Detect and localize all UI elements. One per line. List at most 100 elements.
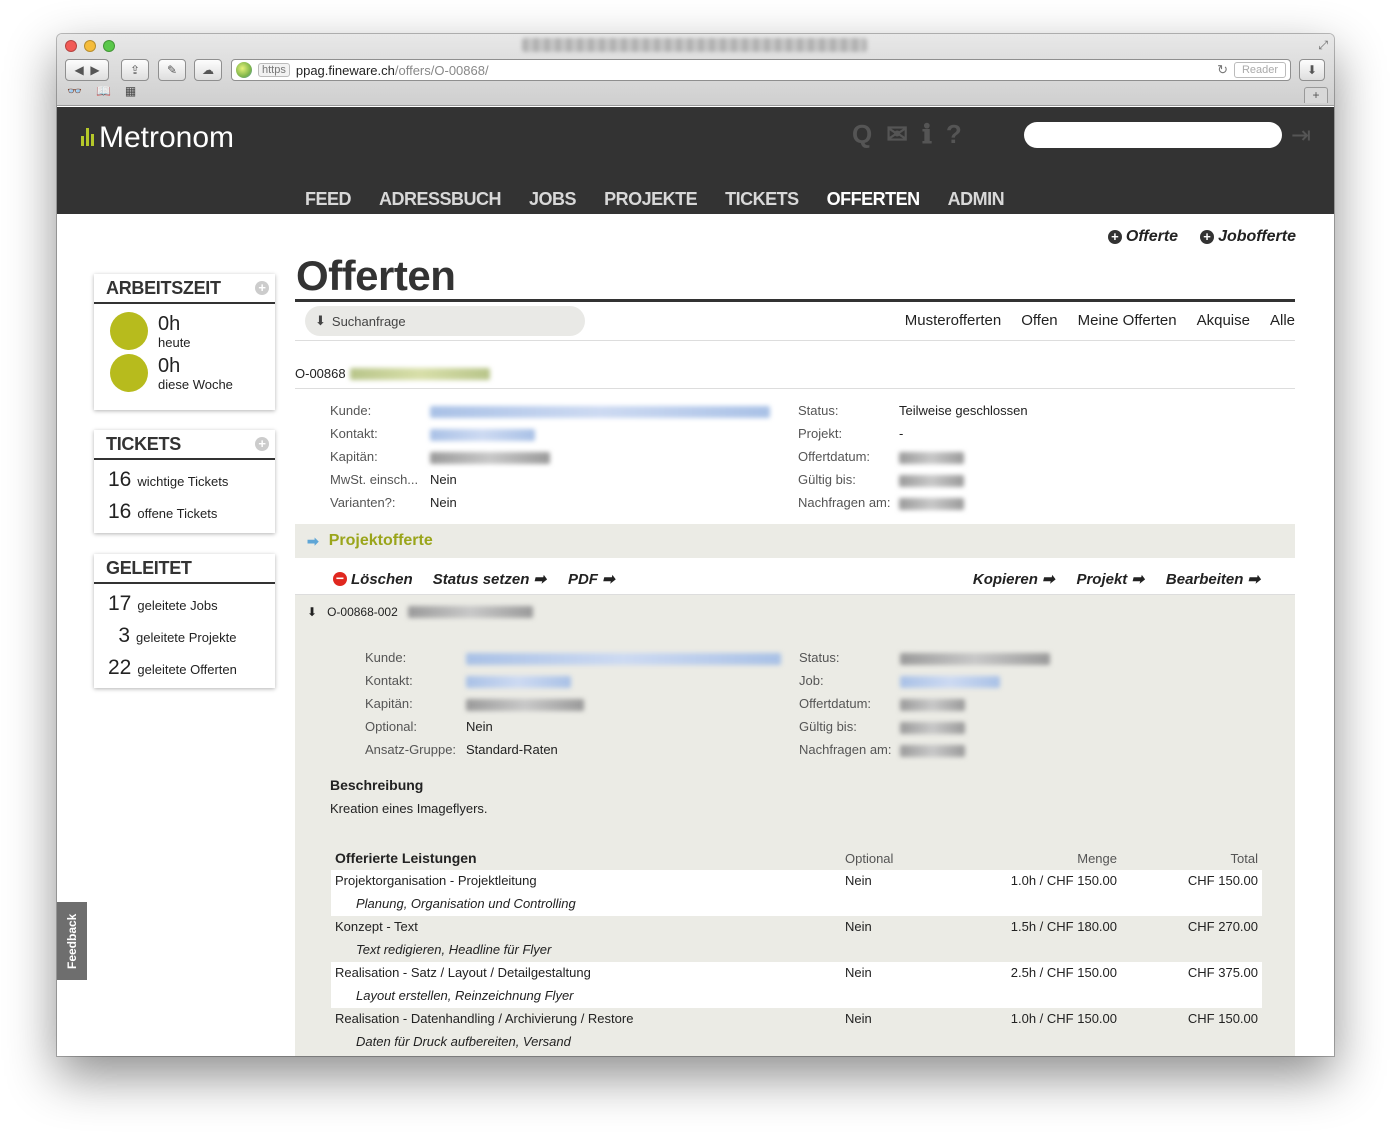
app-logo[interactable]: Metronom xyxy=(79,121,234,155)
global-search-input[interactable] xyxy=(1024,122,1282,148)
top-sites-icon[interactable]: ▦ xyxy=(125,84,136,98)
bookmarks-icon[interactable]: 📖 xyxy=(96,84,111,98)
minimize-window-button[interactable] xyxy=(84,40,96,52)
kunde-value-redacted[interactable] xyxy=(466,652,781,665)
kontakt-value-redacted[interactable] xyxy=(466,675,571,688)
arrow-down-icon: ⬇ xyxy=(307,604,318,619)
offer-field-kontakt: Kontakt: xyxy=(330,426,535,441)
variant-field-status: Status: xyxy=(799,650,1050,665)
table-subrow: Layout erstellen, Reinzeichnung Flyer xyxy=(331,985,1262,1008)
set-status-button[interactable]: Status setzen ➡ xyxy=(433,570,546,589)
table-subrow: Planung, Organisation und Controlling xyxy=(331,893,1262,916)
filter-akquise[interactable]: Akquise xyxy=(1197,312,1250,329)
logout-icon[interactable]: ⇥ xyxy=(1291,121,1311,150)
reader-button[interactable]: Reader xyxy=(1234,62,1286,78)
geleitete-offerten-link[interactable]: 22 geleitete Offerten xyxy=(94,652,275,684)
kapitaen-value-redacted xyxy=(466,698,584,711)
address-bar[interactable]: https ppag.fineware.ch /offers/O-00868/ … xyxy=(231,59,1291,81)
project-button[interactable]: Projekt ➡ xyxy=(1076,570,1144,589)
add-time-icon[interactable]: + xyxy=(255,281,269,295)
date-redacted xyxy=(900,744,965,757)
url-host: ppag.fineware.ch xyxy=(295,62,395,78)
page-title: Offerten xyxy=(296,252,456,299)
feedback-tab[interactable]: Feedback xyxy=(57,902,87,980)
time-indicator-dot xyxy=(110,312,148,350)
date-redacted xyxy=(900,721,965,734)
edit-button[interactable]: Bearbeiten ➡ xyxy=(1166,570,1260,589)
filter-offen[interactable]: Offen xyxy=(1021,312,1057,329)
variant-heading[interactable]: ⬇ O-00868-002 xyxy=(295,594,1295,628)
variant-field-ansatzgruppe: Ansatz-Gruppe: Standard-Raten xyxy=(365,742,558,757)
browser-chrome: ⤢ ◀ ▶ ⇪ ✎ ☁ https ppag.fineware.ch /offe… xyxy=(57,34,1334,106)
plus-circle-icon: + xyxy=(1107,230,1122,244)
projektofferte-bar[interactable]: ➡ Projektofferte xyxy=(295,524,1295,558)
close-window-button[interactable] xyxy=(65,40,77,52)
share-icon[interactable]: ⇪ xyxy=(121,59,149,81)
kunde-value-redacted[interactable] xyxy=(430,405,770,418)
reload-icon[interactable]: ↻ xyxy=(1217,62,1228,78)
kontakt-value-redacted[interactable] xyxy=(430,428,535,441)
reading-list-icon[interactable]: 👓 xyxy=(67,84,82,98)
date-redacted xyxy=(899,451,964,464)
window-controls xyxy=(65,40,115,52)
search-query-toggle[interactable]: ⬇ Suchanfrage xyxy=(305,306,585,336)
offer-number: O-00868 xyxy=(295,366,346,381)
variant-title-redacted xyxy=(407,605,533,618)
search-icon[interactable]: Q xyxy=(852,119,872,150)
arrow-right-icon: ➡ xyxy=(601,571,615,588)
zoom-window-button[interactable] xyxy=(103,40,115,52)
filter-meine-offerten[interactable]: Meine Offerten xyxy=(1078,312,1177,329)
offer-field-projekt: Projekt: - xyxy=(798,426,904,441)
arrow-right-icon: ➡ xyxy=(1131,571,1144,588)
col-total: Total xyxy=(1230,850,1258,866)
col-leistungen: Offerierte Leistungen xyxy=(335,850,477,866)
variant-number: O-00868-002 xyxy=(327,604,398,619)
app-header: Metronom Q ✉ ℹ ? ⇥ FEED ADRESSBUCH JOBS … xyxy=(57,107,1334,219)
table-subrow: Daten für Druck aufbereiten, Versand xyxy=(331,1031,1262,1054)
filter-alle[interactable]: Alle xyxy=(1270,312,1295,329)
offer-field-status: Status: Teilweise geschlossen xyxy=(798,403,1028,418)
app-name: Metronom xyxy=(99,121,235,154)
tickets-important-link[interactable]: 16 wichtige Tickets xyxy=(94,460,275,496)
fullscreen-icon[interactable]: ⤢ xyxy=(1318,38,1328,53)
copy-button[interactable]: Kopieren ➡ xyxy=(973,570,1055,589)
offer-field-mwst: MwSt. einsch... Nein xyxy=(330,472,457,487)
window-title-redacted xyxy=(522,38,867,52)
variant-field-kunde: Kunde: xyxy=(365,650,781,665)
page-content: + Offerte + Jobofferte ARBEITSZEIT + 0h heut… xyxy=(57,214,1334,1056)
add-ticket-icon[interactable]: + xyxy=(255,437,269,451)
job-value-redacted[interactable] xyxy=(900,675,1000,688)
filter-musterofferten[interactable]: Musterofferten xyxy=(905,312,1001,329)
arrow-right-icon: ➡ xyxy=(533,571,546,588)
wrench-icon[interactable]: ✎ xyxy=(158,59,186,81)
date-redacted xyxy=(899,474,964,487)
description-heading: Beschreibung xyxy=(330,777,424,793)
metronome-logo-icon xyxy=(79,127,95,149)
help-icon[interactable]: ? xyxy=(946,119,962,150)
delete-button[interactable]: − Löschen xyxy=(333,571,413,588)
add-jobofferte-link[interactable]: + Jobofferte xyxy=(1200,228,1296,246)
geleitete-projekte-link[interactable]: 3 geleitete Projekte xyxy=(94,620,275,652)
offer-field-kapitaen: Kapitän: xyxy=(330,449,550,464)
tickets-open-link[interactable]: 16 offene Tickets xyxy=(94,496,275,528)
table-row: Projektorganisation - Projektleitung Nei… xyxy=(331,870,1262,893)
arbeitszeit-today: 0h heute xyxy=(94,304,275,350)
chat-icon[interactable]: ✉ xyxy=(886,119,908,150)
description-text: Kreation eines Imageflyers. xyxy=(330,801,488,816)
downloads-icon[interactable]: ⬇ xyxy=(1299,59,1325,81)
pdf-button[interactable]: PDF ➡ xyxy=(568,570,615,589)
col-menge: Menge xyxy=(1077,850,1117,866)
offer-field-varianten: Varianten?: Nein xyxy=(330,495,457,510)
variant-field-gueltig: Gültig bis: xyxy=(799,719,965,734)
new-tab-button[interactable]: + xyxy=(1304,87,1328,103)
geleitete-jobs-link[interactable]: 17 geleitete Jobs xyxy=(94,584,275,620)
info-icon[interactable]: ℹ xyxy=(922,119,932,150)
offer-field-gueltig: Gültig bis: xyxy=(798,472,964,487)
offer-heading: O-00868 xyxy=(295,366,490,381)
variant-field-kapitaen: Kapitän: xyxy=(365,696,584,711)
add-offerte-link[interactable]: + Offerte xyxy=(1107,228,1178,246)
offer-filters: Musterofferten Offen Meine Offerten Akqu… xyxy=(905,312,1295,329)
back-forward-buttons[interactable]: ◀ ▶ xyxy=(65,59,109,81)
cloud-icon[interactable]: ☁ xyxy=(194,59,222,81)
offer-title-redacted xyxy=(349,367,490,380)
